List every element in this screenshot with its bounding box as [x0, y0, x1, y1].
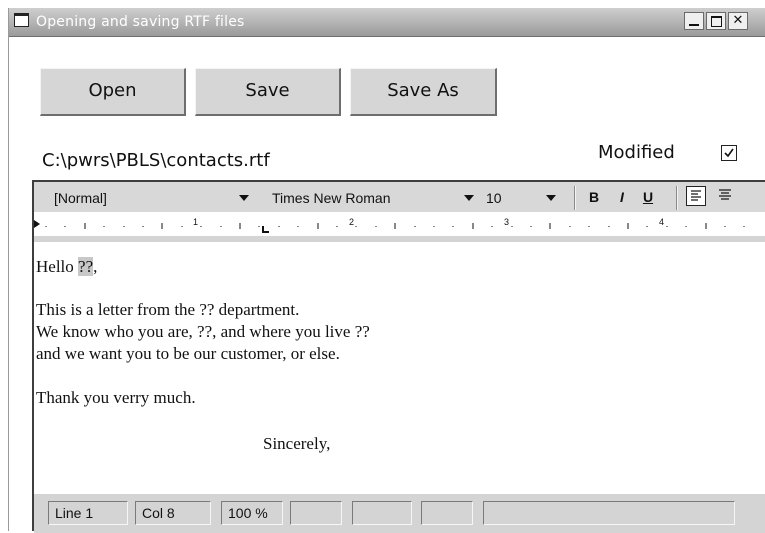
toolbar-divider [574, 186, 576, 210]
ruler-mark: 2 [349, 217, 355, 227]
status-pane [483, 501, 735, 525]
ruler-mark: 3 [504, 217, 510, 227]
save-button[interactable]: Save [195, 68, 341, 116]
body-line: We know who you are, ??, and where you l… [36, 322, 370, 341]
chevron-down-icon[interactable] [464, 195, 474, 201]
align-left-icon [691, 190, 701, 201]
status-pane [352, 501, 412, 525]
closing-line: Sincerely, [263, 434, 331, 453]
merge-field[interactable]: ?? [78, 257, 94, 276]
ruler-mark: 1 [193, 217, 199, 227]
modified-checkbox[interactable] [721, 145, 737, 161]
column-indicator: Col 8 [135, 501, 211, 525]
tab-stop-marker[interactable] [262, 226, 269, 233]
style-select[interactable]: [Normal] [48, 187, 286, 209]
align-center-icon [719, 189, 731, 200]
status-pane [290, 501, 342, 525]
document-body[interactable]: Hello ??, This is a letter from the ?? d… [36, 248, 762, 492]
font-size-value: 10 [486, 190, 502, 206]
align-center-button[interactable] [716, 186, 734, 204]
check-icon [724, 148, 734, 158]
rich-text-editor[interactable]: [Normal] Times New Roman 10 B I U 1 2 3 … [32, 180, 765, 533]
ruler-ticks [34, 220, 745, 233]
modified-label: Modified [598, 142, 675, 163]
chevron-down-icon[interactable] [546, 195, 556, 201]
title-bar[interactable]: Opening and saving RTF files ✕ [9, 8, 765, 37]
minimize-button[interactable] [684, 12, 704, 30]
chevron-down-icon[interactable] [239, 195, 249, 201]
font-select[interactable]: Times New Roman [266, 187, 480, 209]
underline-button[interactable]: U [638, 187, 658, 207]
status-bar: Line 1 Col 8 100 % [34, 494, 765, 533]
ruler-mark: 4 [659, 217, 665, 227]
app-window: Opening and saving RTF files ✕ Open Save… [8, 8, 765, 533]
zoom-indicator: 100 % [221, 501, 283, 525]
maximize-button[interactable] [706, 12, 726, 30]
format-toolbar: [Normal] Times New Roman 10 B I U [34, 182, 765, 212]
align-left-button[interactable] [686, 186, 706, 206]
thanks-line: Thank you verry much. [36, 388, 196, 407]
style-select-value: [Normal] [54, 190, 107, 206]
save-as-button[interactable]: Save As [350, 68, 497, 116]
status-pane [421, 501, 473, 525]
line-indicator: Line 1 [48, 501, 128, 525]
greeting-suffix: , [93, 257, 98, 276]
ruler[interactable]: 1 2 3 4 [34, 214, 765, 242]
font-size-select[interactable]: 10 [480, 187, 580, 209]
toolbar-divider [676, 186, 678, 210]
greeting-prefix: Hello [36, 257, 79, 276]
close-button[interactable]: ✕ [728, 12, 748, 30]
italic-button[interactable]: I [612, 187, 632, 207]
body-line: and we want you to be our customer, or e… [36, 344, 340, 363]
open-button[interactable]: Open [40, 68, 186, 116]
font-select-value: Times New Roman [272, 190, 391, 206]
window-app-icon [14, 13, 29, 27]
bold-button[interactable]: B [584, 187, 604, 207]
body-line: This is a letter from the ?? department. [36, 300, 300, 319]
greeting-line: Hello ??, [36, 256, 97, 278]
left-indent-marker[interactable] [34, 220, 40, 228]
file-path-label: C:\pwrs\PBLS\contacts.rtf [42, 150, 270, 171]
window-title: Opening and saving RTF files [36, 14, 245, 30]
